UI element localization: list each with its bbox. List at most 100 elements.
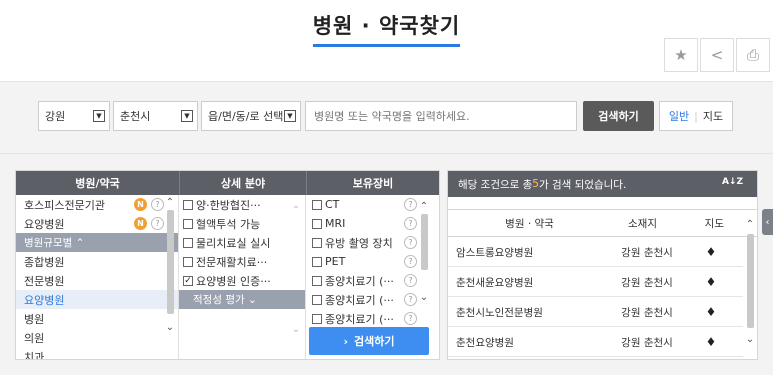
table-row[interactable]: 춘천시노인전문병원 강원 춘천시 ♦ [448,298,743,327]
help-icon[interactable]: ? [151,198,164,211]
map-pin-icon[interactable]: ♦ [686,305,736,319]
field-item[interactable]: 양·한방협진··· [179,195,305,214]
new-badge: N [134,198,147,211]
checkbox[interactable] [312,218,322,229]
favorite-button[interactable]: ★ [664,38,698,72]
district-select[interactable]: 읍/면/동/로 선택 ▼ [201,101,301,131]
checkbox[interactable] [312,275,322,286]
type-item-nursing[interactable]: 요양병원 N? [16,214,178,233]
chevron-right-icon: › [343,334,349,348]
star-icon: ★ [674,46,688,64]
table-row[interactable]: 암스트롱요양병원 강원 춘천시 ♦ [448,238,743,267]
print-icon: ⎙ [746,46,759,64]
district-select-value: 읍/면/동/로 선택 [208,110,284,123]
page-title: 병원 · 약국찾기 [0,10,773,47]
view-map-tab[interactable]: 지도 [703,108,723,124]
scroll-thumb[interactable] [420,214,428,270]
field-scrollbar[interactable]: ⌃ ⌄ [290,205,302,355]
search-button[interactable]: 검색하기 [583,101,654,131]
scroll-thumb[interactable] [746,234,754,328]
results-scrollbar[interactable]: ⌃ ⌄ [744,219,756,357]
field-item-label: 요양병원 인증··· [196,274,271,288]
type-item-clinic[interactable]: 의원 [16,328,178,347]
hospital-location: 강원 춘천시 [621,306,673,319]
search-input[interactable] [305,101,577,131]
chevron-down-icon: ▼ [284,110,296,122]
city-select-value: 춘천시 [120,110,151,123]
checkbox[interactable] [312,294,322,305]
hospital-name[interactable]: 암스트롱요양병원 [448,245,608,260]
chevron-down-icon[interactable]: ⌄ [292,324,300,335]
checkbox[interactable] [183,199,193,210]
field-item[interactable]: 전문재활치료··· [179,252,305,271]
table-row[interactable]: 춘천새윤요양병원 강원 춘천시 ♦ [448,268,743,297]
checkbox[interactable] [183,256,193,267]
print-button[interactable]: ⎙ [736,38,770,72]
chevron-down-icon: ▼ [93,110,105,122]
checkbox-checked[interactable]: ✓ [183,275,193,286]
help-icon[interactable]: ? [404,217,417,230]
hospital-location: 강원 춘천시 [621,246,673,259]
help-icon[interactable]: ? [404,312,417,325]
checkbox[interactable] [183,218,193,229]
page-title-text: 병원 · 약국찾기 [312,10,461,47]
type-item-nursing-selected[interactable]: 요양병원 [16,290,178,309]
type-item-hospital[interactable]: 병원 [16,309,178,328]
new-badge: N [134,217,147,230]
hospital-location: 강원 춘천시 [621,276,673,289]
help-icon[interactable]: ? [404,236,417,249]
checkbox[interactable] [183,237,193,248]
view-toggle: 일반 | 지도 [659,101,733,131]
scroll-thumb[interactable] [166,210,174,314]
filter-search-button[interactable]: › 검색하기 [309,327,429,355]
map-pin-icon[interactable]: ♦ [686,335,736,349]
chevron-down-icon[interactable]: ⌄ [420,292,428,303]
chevron-down-icon[interactable]: ⌄ [746,334,754,345]
map-pin-icon[interactable]: ♦ [686,245,736,259]
divider: | [694,109,698,123]
view-normal-tab[interactable]: 일반 [669,108,689,124]
type-group-by-size[interactable]: 병원규모별 ⌃ [16,233,178,252]
type-item-hospice[interactable]: 호스피스전문기관 N? [16,195,178,214]
checkbox[interactable] [312,199,322,210]
collapse-panel-tab[interactable]: ‹ [762,209,773,235]
help-icon[interactable]: ? [404,293,417,306]
help-icon[interactable]: ? [404,255,417,268]
checkbox[interactable] [312,313,322,324]
field-item[interactable]: ✓ 요양병원 인증··· [179,271,305,290]
province-select[interactable]: 강원 ▼ [38,101,110,131]
help-icon[interactable]: ? [404,274,417,287]
help-icon[interactable]: ? [404,198,417,211]
filter-header-type: 병원/약국 [16,171,179,195]
equipment-scrollbar[interactable]: ⌃ ⌄ [418,201,430,315]
equipment-item-label: 종양치료기 (··· [325,274,394,288]
hospital-name[interactable]: 춘천요양병원 [448,335,608,350]
chevron-down-icon[interactable]: ⌄ [166,322,174,333]
type-item-general[interactable]: 종합병원 [16,252,178,271]
province-select-value: 강원 [45,110,66,123]
type-item-specialty[interactable]: 전문병원 [16,271,178,290]
hospital-name[interactable]: 춘천시노인전문병원 [448,305,608,320]
share-button[interactable]: < [700,38,734,72]
checkbox[interactable] [312,256,322,267]
chevron-up-icon[interactable]: ⌃ [420,201,428,212]
field-item[interactable]: 물리치료실 실시 [179,233,305,252]
chevron-up-icon[interactable]: ⌃ [746,219,754,230]
type-item-dental[interactable]: 치과 [16,347,178,360]
field-item-label: 전문재활치료··· [196,255,268,269]
help-icon[interactable]: ? [151,217,164,230]
table-row[interactable]: 춘천요양병원 강원 춘천시 ♦ [448,328,743,357]
field-group-evaluation[interactable]: 적정성 평가 ⌄ [179,290,305,309]
summary-suffix: 가 검색 되었습니다. [538,178,627,191]
sort-az-icon[interactable]: A↓Z [722,177,743,187]
result-count: 5 [532,178,539,190]
type-scrollbar[interactable]: ⌃ ⌄ [164,197,176,357]
city-select[interactable]: 춘천시 ▼ [113,101,198,131]
map-pin-icon[interactable]: ♦ [686,275,736,289]
filter-search-label: 검색하기 [354,335,395,348]
chevron-up-icon[interactable]: ⌃ [166,197,174,208]
chevron-up-icon[interactable]: ⌃ [292,205,300,216]
hospital-name[interactable]: 춘천새윤요양병원 [448,275,608,290]
field-item[interactable]: 혈액투석 가능 [179,214,305,233]
checkbox[interactable] [312,237,322,248]
